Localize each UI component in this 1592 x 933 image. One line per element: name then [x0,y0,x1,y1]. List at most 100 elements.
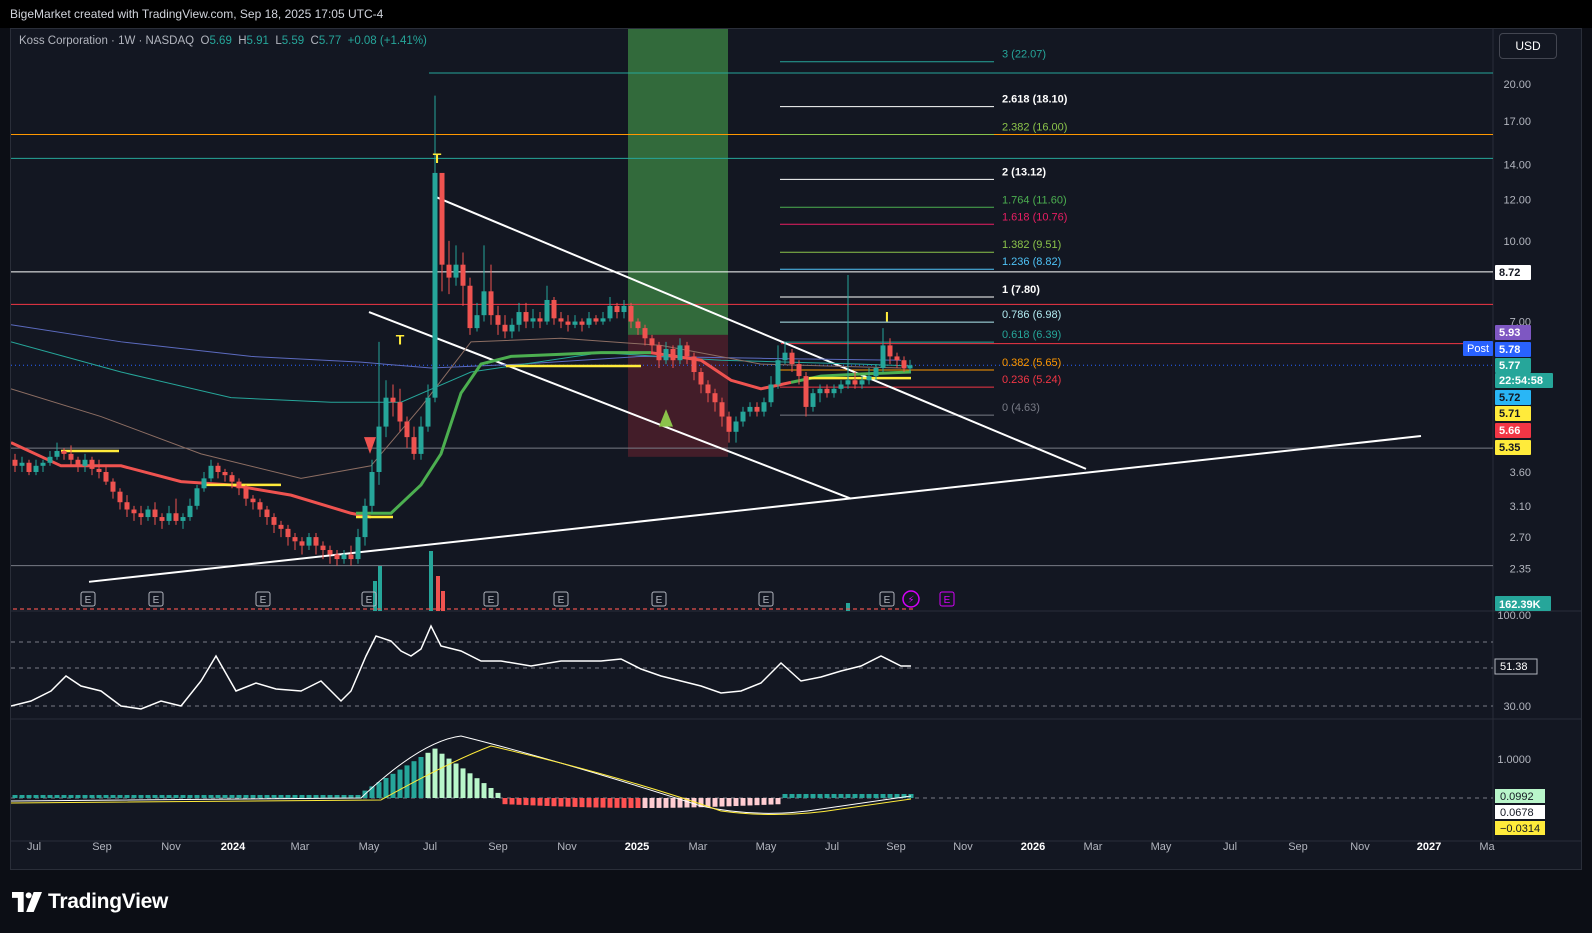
macd-axis-tick: 1.0000 [1497,754,1531,766]
volume-bar [300,608,304,610]
macd-histogram-bar [859,794,865,798]
volume-bar [251,608,255,610]
macd-histogram-bar [299,795,305,798]
macd-histogram-bar [880,794,886,798]
volume-bar [853,608,857,610]
macd-histogram-bar [173,795,179,798]
candle-body [194,488,200,506]
time-axis-tick: Nov [557,841,577,853]
candle-body [782,352,788,361]
footer-bar: TradingView [0,870,1592,933]
candle-body [663,348,669,361]
time-axis-tick: Nov [1350,841,1370,853]
chart-canvas[interactable]: 3 (22.07) 2.618 (18.10) 2.382 (16.00) 2 (13… [11,29,1582,870]
volume-bar [436,576,440,611]
rsi-value-text: 51.38 [1500,661,1528,673]
candle-body [103,472,109,482]
volume-bar [552,608,556,610]
macd-histogram-bar [607,798,613,808]
volume-bar [874,608,878,610]
candle-body [460,264,466,286]
macd-histogram-bar [845,794,851,798]
candle-body [271,517,277,525]
candle-body [12,459,18,466]
volume-bar [888,608,892,610]
macd-histogram-bar [544,798,550,806]
earnings-marker-label: E [85,595,92,606]
candle-body [369,472,375,506]
candle-body [544,299,550,322]
volume-bar [244,608,248,610]
candle-body [229,475,235,482]
volume-bar [692,608,696,610]
volume-bar [489,608,493,610]
macd-histogram-bar [502,798,508,805]
earnings-marker-label: E [944,595,951,606]
earnings-marker-label: E [260,595,267,606]
macd-histogram-bar [257,795,263,798]
volume-bar [426,608,430,610]
volume-bar [27,608,31,610]
volume-bar [573,608,577,610]
tradingview-logo[interactable]: TradingView [12,890,168,914]
volume-bar [377,608,381,610]
candle-body [425,397,431,427]
macd-histogram-bar [824,794,830,798]
chart-frame[interactable]: 3 (22.07) 2.618 (18.10) 2.382 (16.00) 2 (13… [10,28,1582,870]
macd-histogram-bar [40,795,46,798]
macd-histogram-bar [313,795,319,798]
candle-body [467,285,473,329]
volume-bar [475,608,479,610]
candle-body [166,513,172,521]
volume-bar [678,608,682,610]
price-label-text: 8.72 [1499,267,1520,279]
candle-body [411,437,417,454]
candle-body [33,465,39,472]
candle-body [635,321,641,329]
candle-body [47,456,53,463]
candle-body [201,478,207,489]
macd-histogram-bar [152,795,158,798]
dividend-icon: ⚡ [907,595,914,606]
volume-bar [769,608,773,610]
change-value: +0.08 (+1.41%) [347,35,427,47]
candle-body [376,426,382,472]
candle-body [733,421,739,432]
fib-level-label: 0.618 (6.39) [1002,329,1061,341]
macd-histogram-bar [411,761,417,798]
symbol-name[interactable]: Koss Corporation · 1W · NASDAQ [19,35,194,47]
volume-bar [349,608,353,610]
macd-histogram-bar [621,798,627,808]
candle-body [642,328,648,339]
price-axis-tick: 2.70 [1510,532,1531,544]
volume-bar [174,608,178,610]
candle-body [187,505,193,518]
time-axis-tick: Mar [689,841,708,853]
signal-marker: T [396,332,405,348]
price-label-text: 5.78 [1499,344,1520,356]
currency-button[interactable]: USD [1499,33,1557,59]
candle-body [677,345,683,361]
volume-bar [713,608,717,610]
volume-bar [755,608,759,610]
macd-histogram-bar [320,795,326,798]
volume-bar [839,608,843,610]
fib-level-label: 2 (13.12) [1002,166,1046,178]
candle-body [852,380,858,385]
candle-body [691,356,697,373]
candle-body [222,472,228,476]
candle-body [439,172,445,265]
volume-bar [202,608,206,610]
volume-bar [706,608,710,610]
volume-bar [223,608,227,610]
volume-bar [447,608,451,610]
macd-histogram-bar [89,795,95,798]
volume-bar [188,608,192,610]
candle-body [285,528,291,538]
candle-body [180,517,186,521]
rsi-axis-tick: 100.00 [1497,610,1531,622]
macd-histogram-bar [222,795,228,798]
sell-arrow-icon [364,437,376,454]
candle-body [579,321,585,325]
high-label: H [238,35,247,47]
